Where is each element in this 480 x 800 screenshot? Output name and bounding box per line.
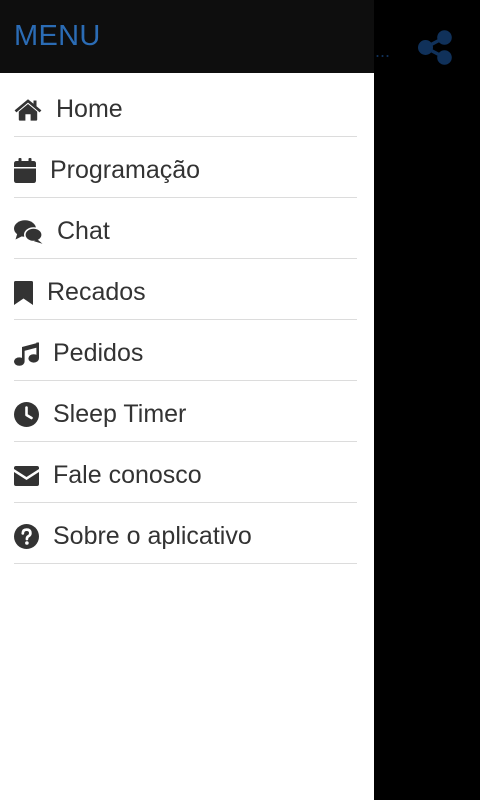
menu-item-label: Programação <box>50 156 201 185</box>
comments-icon <box>14 219 43 244</box>
menu-item-label: Home <box>56 95 123 124</box>
navigation-drawer: MENU Home Programação Chat Recados Pedid… <box>0 0 374 800</box>
question-circle-icon <box>14 524 39 549</box>
envelope-icon <box>14 465 39 486</box>
menu-item-label: Sleep Timer <box>53 400 187 429</box>
home-icon <box>14 98 42 121</box>
menu-item-label: Chat <box>57 217 110 246</box>
share-icon[interactable] <box>418 30 452 65</box>
menu-item-pedidos[interactable]: Pedidos <box>14 320 357 381</box>
bookmark-icon <box>14 280 33 305</box>
drawer-title: MENU <box>14 20 101 52</box>
menu-item-programacao[interactable]: Programação <box>14 137 357 198</box>
menu-item-label: Sobre o aplicativo <box>53 522 252 551</box>
drawer-header: MENU <box>0 0 374 73</box>
menu-list: Home Programação Chat Recados Pedidos Sl… <box>0 76 374 564</box>
menu-item-recados[interactable]: Recados <box>14 259 357 320</box>
calendar-icon <box>14 158 36 183</box>
music-icon <box>14 342 39 366</box>
menu-item-label: Fale conosco <box>53 461 202 490</box>
app-title-fragment: ... <box>375 41 391 61</box>
menu-item-fale-conosco[interactable]: Fale conosco <box>14 442 357 503</box>
app-screen: ... MENU Home Programação Chat Recados P… <box>0 0 480 800</box>
menu-item-sobre[interactable]: Sobre o aplicativo <box>14 503 357 564</box>
menu-item-sleep-timer[interactable]: Sleep Timer <box>14 381 357 442</box>
clock-icon <box>14 402 39 427</box>
menu-item-home[interactable]: Home <box>14 76 357 137</box>
menu-item-label: Recados <box>47 278 146 307</box>
menu-item-label: Pedidos <box>53 339 144 368</box>
menu-item-chat[interactable]: Chat <box>14 198 357 259</box>
